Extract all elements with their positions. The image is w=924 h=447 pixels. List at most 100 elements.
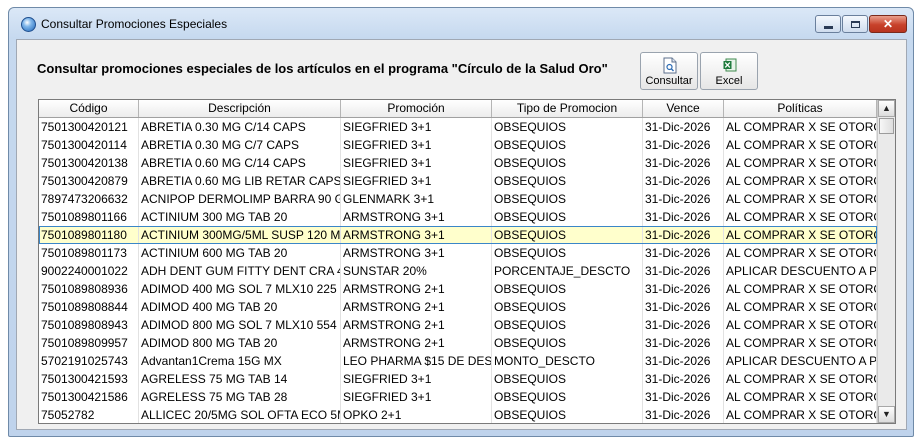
consultar-button[interactable]: Consultar <box>640 52 698 90</box>
column-header-promocion[interactable]: Promoción <box>341 100 492 117</box>
cell-vence: 31-Dic-2026 <box>643 226 724 244</box>
excel-label: Excel <box>715 75 743 87</box>
promotions-table[interactable]: Código Descripción Promoción Tipo de Pro… <box>38 99 896 424</box>
cell-vence: 31-Dic-2026 <box>643 388 724 406</box>
excel-icon <box>723 58 737 72</box>
table-row[interactable]: 9002240001022 ADH DENT GUM FITTY DENT CRA… <box>39 262 877 280</box>
cell-codigo: 7501300420138 <box>39 154 139 172</box>
cell-codigo: 7501089801166 <box>39 208 139 226</box>
cell-descripcion: ADIMOD 800 MG TAB 20 <box>139 334 341 352</box>
cell-politicas: AL COMPRAR X SE OTORGA <box>726 172 877 190</box>
cell-vence: 31-Dic-2026 <box>643 316 724 334</box>
consultar-label: Consultar <box>645 75 693 87</box>
table-row[interactable]: 7897473206632 ACNIPOP DERMOLIMP BARRA 90 … <box>39 190 877 208</box>
table-row[interactable]: 5702191025743 Advantan1Crema 15G MX LEO PH… <box>39 352 877 370</box>
main-window: Consultar Promociones Especiales ✕ Consu… <box>8 7 914 437</box>
cell-codigo: 5702191025743 <box>39 352 139 370</box>
cell-vence: 31-Dic-2026 <box>643 154 724 172</box>
scroll-up-button[interactable]: ▲ <box>878 100 895 117</box>
table-row[interactable]: 7501089801173 ACTINIUM 600 MG TAB 20 ARMST… <box>39 244 877 262</box>
cell-codigo: 7501300421586 <box>39 388 139 406</box>
column-header-codigo[interactable]: Código <box>39 100 139 117</box>
cell-descripcion: AGRELESS 75 MG TAB 28 <box>139 388 341 406</box>
table-row[interactable]: 7501300420121 ABRETIA 0.30 MG C/14 CAPS SI… <box>39 118 877 136</box>
app-icon <box>21 17 36 32</box>
cell-vence: 31-Dic-2026 <box>643 280 724 298</box>
cell-promocion: SUNSTAR 20% <box>341 262 492 280</box>
scroll-thumb[interactable] <box>879 118 894 134</box>
cell-vence: 31-Dic-2026 <box>643 334 724 352</box>
cell-promocion: SIEGFRIED 3+1 <box>341 154 492 172</box>
cell-promocion: ARMSTRONG 3+1 <box>341 244 492 262</box>
cell-descripcion: ACTINIUM 300 MG TAB 20 <box>139 208 341 226</box>
scroll-down-button[interactable]: ▼ <box>878 406 895 423</box>
cell-promocion: ARMSTRONG 3+1 <box>341 208 492 226</box>
table-row[interactable]: 75052782 ALLICEC 20/5MG SOL OFTA ECO 5ML O… <box>39 406 877 423</box>
cell-promocion: SIEGFRIED 3+1 <box>341 388 492 406</box>
cell-politicas: AL COMPRAR X SE OTORGA <box>726 298 877 316</box>
table-header: Código Descripción Promoción Tipo de Pro… <box>39 100 877 118</box>
table-row[interactable]: 7501300421586 AGRELESS 75 MG TAB 28 SIEGFR… <box>39 388 877 406</box>
cell-tipo: MONTO_DESCTO <box>492 352 643 370</box>
cell-tipo: OBSEQUIOS <box>492 370 643 388</box>
cell-descripcion: ACTINIUM 600 MG TAB 20 <box>139 244 341 262</box>
table-row[interactable]: 7501089808844 ADIMOD 400 MG TAB 20 ARMSTRO… <box>39 298 877 316</box>
cell-politicas: AL COMPRAR X SE OTORGA <box>726 136 877 154</box>
cell-codigo: 7501089808844 <box>39 298 139 316</box>
cell-promocion: SIEGFRIED 3+1 <box>341 136 492 154</box>
cell-tipo: OBSEQUIOS <box>492 190 643 208</box>
cell-politicas: APLICAR DESCUENTO A PRECIO <box>726 352 877 370</box>
cell-promocion: SIEGFRIED 3+1 <box>341 172 492 190</box>
cell-politicas: AL COMPRAR X SE OTORGA <box>726 370 877 388</box>
table-row[interactable]: 7501300421593 AGRELESS 75 MG TAB 14 SIEGFR… <box>39 370 877 388</box>
table-row[interactable]: 7501089808943 ADIMOD 800 MG SOL 7 MLX10 5… <box>39 316 877 334</box>
table-row[interactable]: 7501089808936 ADIMOD 400 MG SOL 7 MLX10 2… <box>39 280 877 298</box>
cell-codigo: 7501089809957 <box>39 334 139 352</box>
cell-vence: 31-Dic-2026 <box>643 244 724 262</box>
table-row[interactable]: 7501300420879 ABRETIA 0.60 MG LIB RETAR C… <box>39 172 877 190</box>
cell-politicas: AL COMPRAR X SE OTORGA <box>726 406 877 423</box>
cell-tipo: OBSEQUIOS <box>492 298 643 316</box>
cell-vence: 31-Dic-2026 <box>643 298 724 316</box>
cell-descripcion: ALLICEC 20/5MG SOL OFTA ECO 5ML <box>141 406 341 423</box>
column-header-descripcion[interactable]: Descripción <box>139 100 341 117</box>
table-row[interactable]: 7501089801166 ACTINIUM 300 MG TAB 20 ARMST… <box>39 208 877 226</box>
cell-tipo: OBSEQUIOS <box>492 136 643 154</box>
cell-promocion: ARMSTRONG 2+1 <box>341 316 492 334</box>
cell-promocion: ARMSTRONG 2+1 <box>341 280 492 298</box>
table-row[interactable]: 7501089801180 ACTINIUM 300MG/5ML SUSP 120… <box>39 226 877 244</box>
maximize-button[interactable] <box>842 15 868 33</box>
cell-vence: 31-Dic-2026 <box>643 118 724 136</box>
cell-promocion: SIEGFRIED 3+1 <box>341 370 492 388</box>
client-area: Consultar promociones especiales de los … <box>16 39 907 430</box>
minimize-icon <box>823 25 833 29</box>
cell-promocion: LEO PHARMA $15 DE DESCUENTO <box>343 352 492 370</box>
cell-descripcion: ABRETIA 0.60 MG C/14 CAPS <box>139 154 341 172</box>
cell-codigo: 7501089801180 <box>39 226 139 244</box>
excel-button[interactable]: Excel <box>700 52 758 90</box>
cell-vence: 31-Dic-2026 <box>643 352 724 370</box>
table-row[interactable]: 7501089809957 ADIMOD 800 MG TAB 20 ARMSTRO… <box>39 334 877 352</box>
cell-politicas: AL COMPRAR X SE OTORGA <box>726 226 877 244</box>
minimize-button[interactable] <box>815 15 841 33</box>
cell-tipo: OBSEQUIOS <box>492 154 643 172</box>
column-header-tipo[interactable]: Tipo de Promocion <box>492 100 643 117</box>
cell-codigo: 7501089808943 <box>39 316 139 334</box>
maximize-icon <box>850 20 860 28</box>
table-row[interactable]: 7501300420138 ABRETIA 0.60 MG C/14 CAPS SI… <box>39 154 877 172</box>
vertical-scrollbar[interactable]: ▲ ▼ <box>877 100 895 423</box>
cell-promocion: ARMSTRONG 2+1 <box>341 298 492 316</box>
cell-descripcion: ABRETIA 0.30 MG C/14 CAPS <box>139 118 341 136</box>
cell-vence: 31-Dic-2026 <box>643 190 724 208</box>
cell-politicas: AL COMPRAR X SE OTORGA <box>726 154 877 172</box>
cell-promocion: ARMSTRONG 2+1 <box>341 334 492 352</box>
table-row[interactable]: 7501300420114 ABRETIA 0.30 MG C/7 CAPS SIE… <box>39 136 877 154</box>
column-header-vence[interactable]: Vence <box>643 100 724 117</box>
title-bar[interactable]: Consultar Promociones Especiales ✕ <box>9 8 913 38</box>
column-header-politicas[interactable]: Políticas <box>724 100 877 117</box>
cell-descripcion: ABRETIA 0.30 MG C/7 CAPS <box>139 136 341 154</box>
cell-promocion: GLENMARK 3+1 <box>341 190 492 208</box>
document-search-icon <box>663 57 677 74</box>
close-button[interactable]: ✕ <box>869 15 907 33</box>
cell-descripcion: ACNIPOP DERMOLIMP BARRA 90 G <box>141 190 341 208</box>
